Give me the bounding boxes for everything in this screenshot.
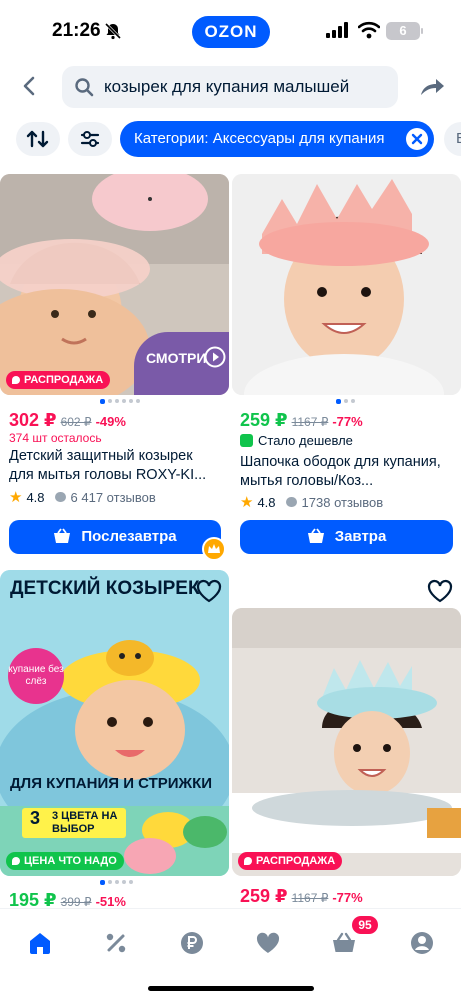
image-pager-dots [336, 399, 358, 405]
sort-icon [26, 130, 49, 148]
video-label: СМОТРИ [146, 350, 207, 366]
star-icon: ★ [240, 494, 254, 511]
search-query: козырек для купания малышей [104, 77, 350, 96]
video-overlay[interactable]: СМОТРИ [134, 332, 229, 395]
reviews-icon [54, 492, 66, 502]
good-price-badge: ЦЕНА ЧТО НАДО [6, 852, 124, 870]
cart-icon[interactable] [330, 929, 358, 957]
colors-banner: 33 ЦВЕТА НА ВЫБОР [22, 808, 126, 838]
close-icon[interactable] [406, 128, 428, 150]
product-title[interactable]: Детский защитный козырек для мытья голов… [9, 447, 219, 485]
crown-badge-icon [202, 537, 226, 561]
product-image[interactable] [232, 174, 461, 395]
back-arrow-icon[interactable] [14, 70, 46, 102]
category-filter-chip[interactable]: Категории: Аксессуары для купания [120, 121, 434, 157]
status-bar: 21:26 OZON 6 [0, 0, 461, 62]
bell-off-icon [104, 22, 122, 40]
discount: -77% [332, 890, 363, 905]
delivery-label: Послезавтра [81, 528, 177, 545]
sale-badge: РАСПРОДАЖА [238, 852, 343, 870]
delivery-label: Завтра [334, 528, 387, 545]
battery-indicator: 6 [386, 22, 420, 40]
price-row: 302 ₽602 ₽ -49% [9, 410, 126, 431]
price: 195 ₽ [9, 890, 57, 910]
cellular-signal-icon [326, 22, 348, 38]
rating-value: 4.8 [257, 495, 276, 510]
image-pager-dots [100, 880, 136, 886]
favorites-heart-icon[interactable] [254, 929, 282, 957]
discount: -51% [95, 894, 126, 909]
product-title[interactable]: Шапочка ободок для купания, мытья головы… [240, 453, 450, 491]
no-tears-sticker: купание без слёз [8, 648, 64, 704]
old-price: 1167 ₽ [291, 891, 329, 905]
home-icon[interactable] [26, 929, 54, 957]
rating-row: ★ 4.8 1738 отзывов [240, 493, 383, 511]
search-input[interactable]: козырек для купания малышей [62, 66, 398, 108]
sale-badge: РАСПРОДАЖА [6, 371, 111, 389]
image-caption: ДЛЯ КУПАНИЯ И СТРИЖКИ [10, 775, 213, 792]
basket-icon [54, 528, 71, 543]
clock: 21:26 [52, 20, 101, 41]
old-price: 1167 ₽ [291, 415, 329, 429]
play-icon [204, 346, 226, 368]
price: 302 ₽ [9, 410, 57, 430]
sliders-icon [80, 131, 100, 147]
rating-value: 4.8 [26, 490, 45, 505]
image-headline: ДЕТСКИЙ КОЗЫРЕК [10, 578, 200, 599]
next-filter-chip[interactable]: B [444, 122, 461, 156]
price-drop-text: Стало дешевле [258, 433, 353, 448]
old-price: 602 ₽ [60, 415, 92, 429]
battery-tip [421, 28, 423, 34]
old-price: 399 ₽ [60, 895, 92, 909]
reviews-count: 1738 отзывов [301, 495, 384, 510]
filters-button[interactable] [68, 122, 112, 156]
cart-count-badge: 95 [352, 916, 378, 934]
percent-icon[interactable] [102, 929, 130, 957]
price: 259 ₽ [240, 886, 288, 906]
girl-in-bath-crown-cap-photo [232, 608, 461, 876]
price-row: 259 ₽1167 ₽ -77% [240, 886, 363, 907]
discount: -77% [332, 414, 363, 429]
heart-icon[interactable] [196, 579, 222, 603]
ruble-icon[interactable] [178, 929, 206, 957]
star-icon: ★ [9, 489, 23, 506]
product-image[interactable]: СМОТРИ РАСПРОДАЖА [0, 174, 229, 395]
reviews-icon [285, 497, 297, 507]
share-icon[interactable] [416, 70, 448, 102]
discount: -49% [95, 414, 126, 429]
home-indicator[interactable] [148, 986, 314, 991]
wifi-icon [358, 21, 380, 39]
search-icon [75, 78, 94, 97]
reviews-count: 6 417 отзывов [70, 490, 156, 505]
basket-icon [307, 528, 324, 543]
stock-left: 374 шт осталось [9, 431, 102, 445]
profile-icon[interactable] [408, 929, 436, 957]
arrow-down-icon [240, 434, 253, 447]
price-row: 259 ₽1167 ₽ -77% [240, 410, 363, 431]
add-to-cart-button[interactable]: Завтра [240, 520, 453, 554]
ozon-logo: OZON [192, 16, 270, 48]
rating-row: ★ 4.8 6 417 отзывов [9, 488, 156, 506]
add-to-cart-button[interactable]: Послезавтра [9, 520, 221, 554]
colors-banner-text: 3 ЦВЕТА НА ВЫБОР [52, 810, 118, 835]
product-image[interactable]: ДЕТСКИЙ КОЗЫРЕК купание без слёз ДЛЯ КУП… [0, 570, 229, 876]
image-pager-dots [100, 399, 143, 405]
product-image[interactable]: РАСПРОДАЖА [232, 608, 461, 876]
next-filter-label: B [456, 130, 461, 147]
price-drop-label: Стало дешевле [240, 433, 353, 448]
category-filter-label: Категории: Аксессуары для купания [134, 130, 385, 147]
heart-icon[interactable] [427, 579, 453, 603]
child-with-crown-cap-photo [232, 174, 461, 395]
price: 259 ₽ [240, 410, 288, 430]
sort-button[interactable] [16, 122, 60, 156]
